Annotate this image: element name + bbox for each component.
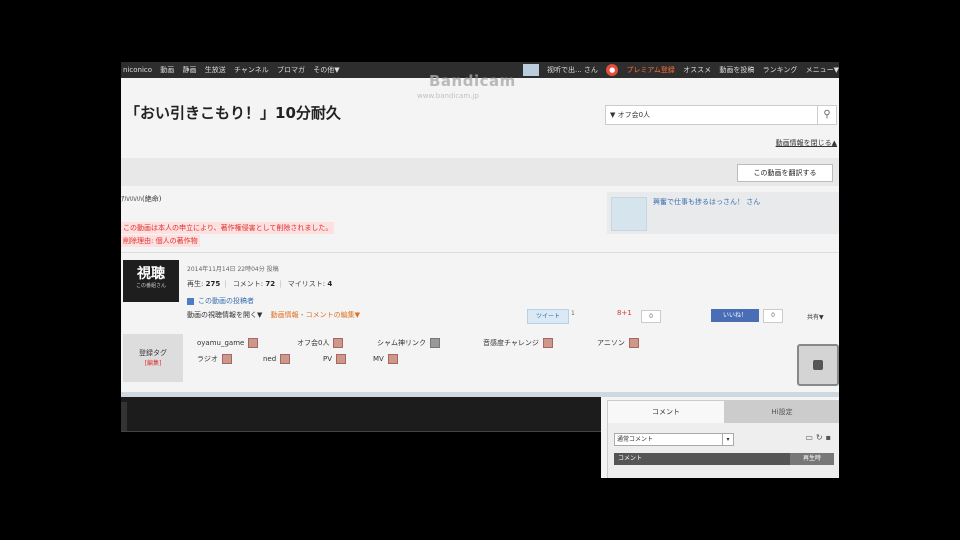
player-control-bar	[121, 397, 601, 432]
gplus-button[interactable]: 8+1	[617, 309, 632, 317]
owner-link[interactable]: この動画の投稿者	[187, 296, 254, 306]
mylist-label: マイリスト:	[287, 280, 326, 288]
translate-button[interactable]: この動画を翻訳する	[737, 164, 833, 182]
comment-list-header: コメント 再生時	[614, 453, 834, 465]
dic-icon[interactable]	[387, 354, 398, 364]
tag-item[interactable]: MV	[373, 354, 398, 364]
tab-settings[interactable]: Hi設定	[724, 401, 839, 423]
tab-comments[interactable]: コメント	[608, 401, 724, 423]
views-count: 275	[205, 280, 221, 288]
nav-niconico[interactable]: niconico	[123, 66, 152, 74]
video-player[interactable]	[121, 397, 601, 478]
dic-icon[interactable]	[333, 338, 344, 348]
user-avatar[interactable]	[522, 64, 539, 76]
nav-video[interactable]: 動画	[160, 66, 174, 74]
tag-item[interactable]: アニソン	[597, 338, 639, 348]
facebook-like-button[interactable]: いいね！	[711, 309, 759, 322]
notification-icon[interactable]: ●	[606, 64, 619, 76]
col-comment[interactable]: コメント	[618, 455, 642, 462]
action-band	[121, 158, 839, 186]
upload-date: 2014年11月14日 22時04分 投稿	[187, 266, 279, 273]
nav-image[interactable]: 静画	[183, 66, 197, 74]
nav-other[interactable]: その他▼	[313, 66, 339, 74]
views-label: 再生:	[187, 280, 204, 288]
lock-icon[interactable]: ▪	[826, 433, 834, 442]
dic-icon[interactable]	[280, 354, 291, 364]
tag-lock-button[interactable]	[797, 344, 839, 386]
dic-icon[interactable]	[542, 338, 553, 348]
lock-icon	[813, 360, 823, 370]
dic-icon[interactable]	[430, 338, 440, 348]
edit-info-link[interactable]: 動画情報・コメントの編集▼	[271, 311, 360, 319]
tag-item[interactable]: ned	[263, 354, 291, 364]
channel-name: 視聴	[137, 266, 165, 282]
deletion-notice: この動画は本人の申立により、著作権侵害として削除されました。	[121, 222, 335, 234]
comments-count: 72	[265, 280, 276, 288]
watermark-url: www.bandicam.jp	[417, 92, 479, 100]
video-stats: 再生: 275 | コメント: 72 | マイリスト: 4	[187, 280, 333, 288]
comment-filter-select[interactable]: 通常コメント ▾	[614, 433, 734, 446]
channel-sub: この番組さん	[135, 283, 166, 289]
tweet-button[interactable]: ツイート	[527, 309, 569, 324]
video-title: 「おい引きこもり！」10分耐久	[125, 104, 341, 122]
browser-frame: niconico 動画 静画 生放送 チャンネル ブロマガ その他▼ 视听で出.…	[121, 62, 839, 478]
tag-edit-link[interactable]: [編集]	[123, 358, 183, 367]
tag-item[interactable]: オフ会0人	[297, 338, 344, 348]
nav-upload[interactable]: 動画を投稿	[719, 66, 754, 74]
tag-item[interactable]: シャム神リンク	[377, 338, 440, 348]
ad-thumbnail	[611, 197, 647, 231]
view-info-link[interactable]: 動画の視聴情報を開く▼	[187, 311, 262, 319]
tag-item[interactable]: PV	[323, 354, 347, 364]
channel-thumbnail[interactable]: 視聴 この番組さん	[123, 260, 179, 302]
watermark-logo: Bandicam	[429, 72, 516, 90]
ad-banner[interactable]: 興奮で仕事も捗るはっさん！ さん	[607, 192, 839, 234]
tag-item[interactable]: 音感度チャレンジ	[483, 338, 553, 348]
collapse-info-link[interactable]: 動画情報を閉じる▲	[776, 138, 837, 148]
user-name[interactable]: 视听で出... さん	[547, 66, 598, 74]
chevron-down-icon: ▾	[722, 434, 733, 445]
nav-blomaga[interactable]: ブロマガ	[277, 66, 305, 74]
comment-tools: ▭↻▪	[805, 433, 834, 442]
comment-panel: コメント Hi設定 通常コメント ▾ ▭↻▪ コメント 再生時	[607, 400, 839, 478]
user-icon	[187, 297, 194, 305]
nav-channel[interactable]: チャンネル	[234, 66, 269, 74]
screen-icon[interactable]: ▭	[805, 433, 816, 442]
search-icon[interactable]: ⚲	[817, 106, 836, 124]
tag-item[interactable]: oyamu_game	[197, 338, 259, 348]
ad-text[interactable]: 興奮で仕事も捗るはっさん！ さん	[653, 197, 760, 207]
dic-icon[interactable]	[248, 338, 259, 348]
dic-icon[interactable]	[336, 354, 347, 364]
search-tag-label: ▼ オフ会0人	[610, 111, 651, 119]
info-links: 動画の視聴情報を開く▼ 動画情報・コメントの編集▼	[187, 310, 360, 320]
tweet-count: 1	[571, 310, 575, 317]
mylist-count: 4	[327, 280, 333, 288]
video-description: ｱﾊﾊﾊﾊﾊ(絶命)	[121, 195, 162, 203]
player-scrollbar[interactable]	[121, 402, 127, 431]
divider	[121, 252, 839, 253]
dic-icon[interactable]	[628, 338, 639, 348]
tag-header: 登録タグ [編集]	[123, 334, 183, 382]
search-input[interactable]: ▼ オフ会0人 ⚲	[605, 105, 837, 125]
deletion-reason: 削除理由: 個人の著作物	[121, 235, 200, 247]
comments-label: コメント:	[232, 280, 264, 288]
nav-premium[interactable]: プレミアム登録	[626, 66, 675, 74]
share-menu[interactable]: 共有▼	[807, 312, 824, 321]
dic-icon[interactable]	[221, 354, 232, 364]
nav-ranking[interactable]: ランキング	[763, 66, 798, 74]
nav-recommend[interactable]: オススメ	[683, 66, 711, 74]
col-time[interactable]: 再生時	[790, 453, 834, 465]
gplus-count: 0	[641, 310, 661, 323]
tag-item[interactable]: ラジオ	[197, 354, 232, 364]
nav-live[interactable]: 生放送	[205, 66, 226, 74]
nav-menu[interactable]: メニュー▼	[806, 66, 839, 74]
refresh-icon[interactable]: ↻	[816, 433, 826, 442]
like-count: 0	[763, 309, 783, 323]
tag-header-label: 登録タグ	[139, 349, 167, 357]
